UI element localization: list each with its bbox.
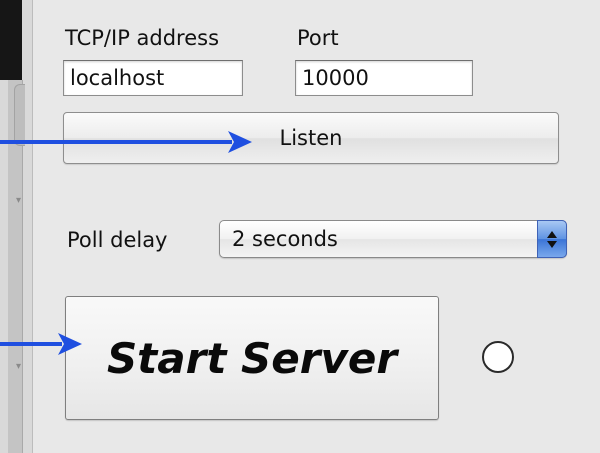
up-down-arrows-icon[interactable] xyxy=(537,220,567,258)
arrow-down-icon xyxy=(547,240,557,248)
poll-delay-selected-value: 2 seconds xyxy=(232,227,338,251)
start-server-button[interactable]: Start Server xyxy=(65,296,439,420)
background-chevron-down-icon: ▾ xyxy=(16,361,22,372)
poll-delay-select[interactable]: 2 seconds xyxy=(219,220,567,258)
port-field[interactable]: 10000 xyxy=(295,60,473,96)
server-settings-panel: TCP/IP address Port localhost 10000 List… xyxy=(32,0,600,453)
status-indicator-icon xyxy=(482,341,514,373)
port-label: Port xyxy=(297,26,339,50)
background-window-control xyxy=(14,84,25,146)
background-window-edge: ▾ ▾ xyxy=(0,0,32,453)
poll-delay-label: Poll delay xyxy=(67,228,168,252)
listen-button[interactable]: Listen xyxy=(63,112,559,164)
background-chevron-down-icon: ▾ xyxy=(16,195,22,206)
address-field[interactable]: localhost xyxy=(63,60,243,96)
screenshot-stage: ▾ ▾ TCP/IP address Port localhost 10000 … xyxy=(0,0,600,453)
background-window-dark-region xyxy=(0,0,22,80)
start-server-button-label: Start Server xyxy=(106,333,398,383)
arrow-up-icon xyxy=(547,230,557,238)
listen-button-label: Listen xyxy=(279,126,343,150)
address-label: TCP/IP address xyxy=(65,26,220,50)
